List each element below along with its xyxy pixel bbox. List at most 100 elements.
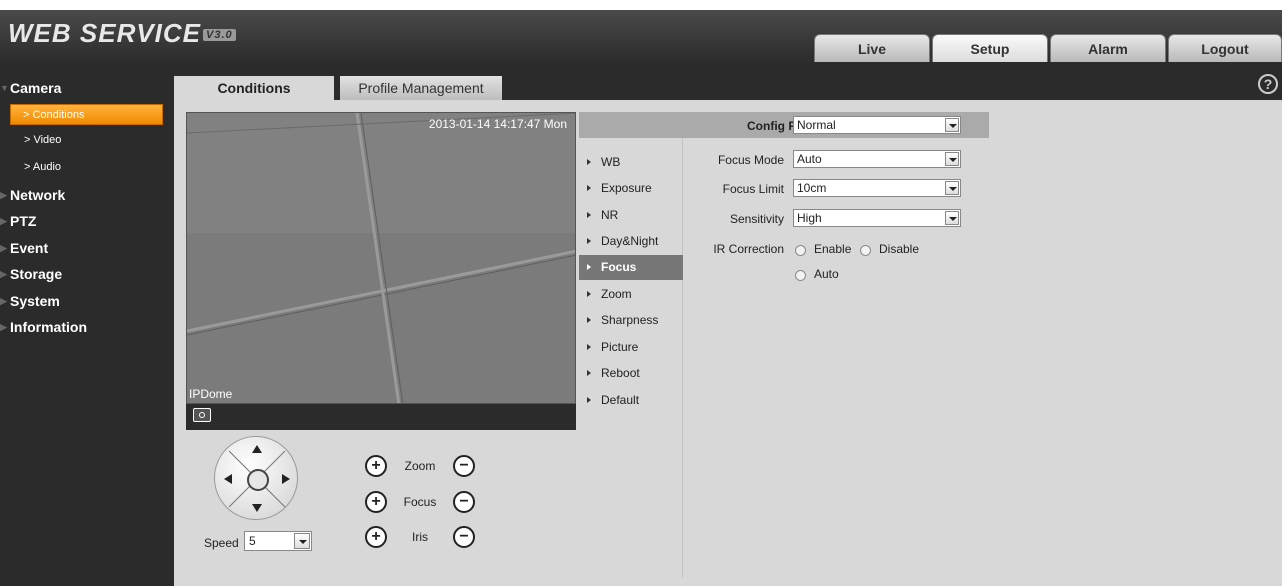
tab-alarm[interactable]: Alarm	[1050, 34, 1166, 62]
sidebar-item-label: Information	[10, 319, 87, 335]
app-root: WEB SERVICE V3.0 Live Setup Alarm Logout …	[0, 0, 1282, 586]
sidebar-item-label: Camera	[10, 80, 62, 96]
sidebar-item-label: Event	[10, 240, 49, 256]
menu-item-label: Default	[601, 393, 640, 407]
menu-item-wb[interactable]: WB	[579, 150, 683, 175]
triangle-right-icon	[587, 397, 591, 403]
camera-lens-shape	[199, 412, 205, 418]
ptz-center-button[interactable]	[247, 469, 269, 491]
iris-label: Iris	[412, 530, 428, 544]
focus-limit-select[interactable]: 10cm	[793, 179, 961, 197]
sidebar-item-information[interactable]: ▶ Information	[0, 315, 174, 339]
sidebar-item-camera[interactable]: ▼ Camera	[0, 76, 174, 100]
ir-disable-label: Disable	[879, 242, 920, 256]
menu-item-focus[interactable]: Focus	[579, 255, 683, 280]
collapsed-triangle-icon: ▶	[0, 296, 7, 306]
config-file-select[interactable]: Normal	[793, 116, 961, 134]
iris-open-button[interactable]: +	[365, 526, 387, 548]
menu-item-nr[interactable]: NR	[579, 203, 683, 228]
sensitivity-select[interactable]: High	[793, 209, 961, 227]
menu-item-label: Zoom	[601, 287, 632, 301]
ir-correction-label: IR Correction	[713, 242, 784, 256]
logo-version: V3.0	[203, 29, 236, 42]
ir-auto-label: Auto	[814, 267, 839, 281]
speed-select[interactable]: 5	[244, 531, 312, 551]
ir-disable-radio[interactable]	[860, 245, 871, 256]
ir-enable-label: Enable	[814, 242, 852, 256]
logo-text: WEB SERVICE	[8, 18, 202, 48]
collapsed-triangle-icon: ▶	[0, 269, 7, 279]
collapsed-triangle-icon: ▶	[0, 243, 7, 253]
menu-item-label: Focus	[601, 260, 637, 274]
menu-item-exposure[interactable]: Exposure	[579, 176, 683, 201]
zoom-label: Zoom	[404, 459, 436, 473]
iris-close-button[interactable]: −	[453, 526, 475, 548]
config-file-value: Normal	[797, 118, 836, 132]
expanded-triangle-icon: ▼	[0, 83, 9, 93]
tab-logout[interactable]: Logout	[1168, 34, 1282, 62]
speed-value: 5	[249, 534, 256, 548]
triangle-right-icon	[587, 344, 591, 350]
sidebar-item-audio[interactable]: > Audio	[12, 157, 174, 178]
menu-item-label: Exposure	[601, 181, 652, 195]
menu-item-label: NR	[601, 208, 619, 222]
logo: WEB SERVICE V3.0	[8, 18, 236, 49]
focus-limit-label: Focus Limit	[722, 182, 784, 196]
camera-name: IPDome	[189, 387, 233, 401]
tab-setup[interactable]: Setup	[932, 34, 1048, 62]
triangle-right-icon	[587, 185, 591, 191]
video-preview[interactable]: 2013-01-14 14:17:47 Mon IPDome	[186, 112, 576, 404]
ir-enable-radio[interactable]	[795, 245, 806, 256]
header-bar: WEB SERVICE V3.0 Live Setup Alarm Logout	[0, 10, 1282, 62]
menu-item-sharpness[interactable]: Sharpness	[579, 308, 683, 333]
focus-label: Focus	[403, 495, 437, 509]
ptz-direction-pad	[214, 436, 298, 520]
tab-profile-management[interactable]: Profile Management	[340, 76, 502, 100]
sidebar-item-ptz[interactable]: ▶ PTZ	[0, 209, 174, 233]
ir-auto-radio[interactable]	[795, 270, 806, 281]
sidebar-item-system[interactable]: ▶ System	[0, 289, 174, 313]
chevron-down-icon	[945, 152, 959, 166]
triangle-right-icon	[587, 264, 591, 270]
menu-item-daynight[interactable]: Day&Night	[579, 229, 683, 254]
focus-mode-label: Focus Mode	[717, 153, 784, 167]
config-file-bar: Config File Normal	[579, 112, 989, 138]
video-scene	[187, 113, 575, 403]
snapshot-camera-icon[interactable]	[193, 408, 211, 422]
sidebar-item-label: System	[10, 293, 60, 309]
focus-mode-select[interactable]: Auto	[793, 150, 961, 168]
chevron-down-icon	[945, 118, 959, 132]
sidebar-item-storage[interactable]: ▶ Storage	[0, 262, 174, 286]
sidebar-item-conditions[interactable]: > Conditions	[10, 104, 163, 125]
sidebar: ▼ Camera > Conditions > Video > Audio ▶ Ne…	[0, 62, 174, 586]
sidebar-item-label: Network	[10, 187, 66, 203]
triangle-right-icon	[587, 159, 591, 165]
speed-label: Speed	[204, 536, 239, 550]
menu-item-default[interactable]: Default	[579, 388, 683, 413]
focus-in-button[interactable]: +	[365, 491, 387, 513]
sidebar-item-network[interactable]: ▶ Network	[0, 183, 174, 207]
menu-item-zoom[interactable]: Zoom	[579, 282, 683, 307]
tab-conditions[interactable]: Conditions	[174, 76, 334, 100]
sidebar-item-event[interactable]: ▶ Event	[0, 236, 174, 260]
chevron-down-icon	[945, 211, 959, 225]
triangle-right-icon	[587, 212, 591, 218]
menu-item-label: Sharpness	[601, 313, 659, 327]
sensitivity-label: Sensitivity	[729, 212, 784, 226]
menu-item-picture[interactable]: Picture	[579, 335, 683, 360]
help-icon[interactable]: ?	[1258, 74, 1278, 94]
sidebar-item-label: PTZ	[10, 213, 37, 229]
zoom-out-button[interactable]: −	[453, 455, 475, 477]
triangle-right-icon	[587, 317, 591, 323]
menu-item-reboot[interactable]: Reboot	[579, 361, 683, 386]
triangle-right-icon	[587, 238, 591, 244]
collapsed-triangle-icon: ▶	[0, 322, 7, 332]
sidebar-item-video[interactable]: > Video	[12, 130, 174, 151]
sidebar-item-label: Storage	[10, 266, 63, 282]
zoom-in-button[interactable]: +	[365, 455, 387, 477]
focus-out-button[interactable]: −	[453, 491, 475, 513]
menu-item-label: WB	[601, 155, 621, 169]
focus-limit-value: 10cm	[797, 181, 827, 195]
tab-live[interactable]: Live	[814, 34, 930, 62]
sensitivity-value: High	[797, 211, 822, 225]
